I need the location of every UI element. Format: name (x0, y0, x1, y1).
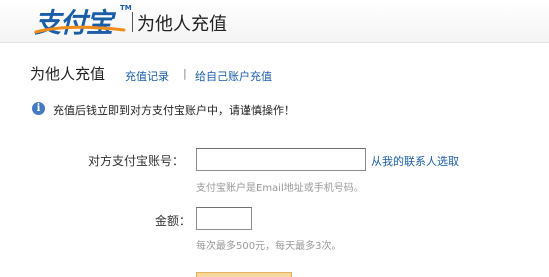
amount-input[interactable] (196, 207, 252, 230)
info-icon: i (32, 102, 45, 115)
header: 支付宝 TM 为他人充值 (0, 0, 549, 43)
logo-trademark: TM (120, 4, 132, 12)
amount-hint: 每次最多500元，每天最多3次。 (196, 241, 342, 252)
warning-notice: 充值后钱立即到对方支付宝账户中，请谨慎操作！ (53, 104, 295, 117)
submit-button[interactable] (196, 272, 292, 277)
amount-label: 金额： (155, 214, 192, 228)
recharge-records-link[interactable]: 充值记录 (125, 68, 169, 84)
nav-separator: | (183, 67, 187, 80)
select-from-contacts-link[interactable]: 从我的联系人选取 (371, 153, 459, 169)
alipay-logo[interactable]: 支付宝 TM (34, 3, 132, 39)
account-label: 对方支付宝账号： (88, 154, 185, 168)
header-divider (132, 12, 133, 32)
account-input[interactable] (196, 148, 366, 171)
self-recharge-link[interactable]: 给自己账户充值 (195, 68, 272, 84)
header-title: 为他人充值 (137, 14, 227, 35)
page-title: 为他人充值 (30, 65, 106, 83)
logo-swoosh-icon (34, 25, 126, 34)
account-hint: 支付宝账户是Email地址或手机号码。 (196, 183, 364, 194)
